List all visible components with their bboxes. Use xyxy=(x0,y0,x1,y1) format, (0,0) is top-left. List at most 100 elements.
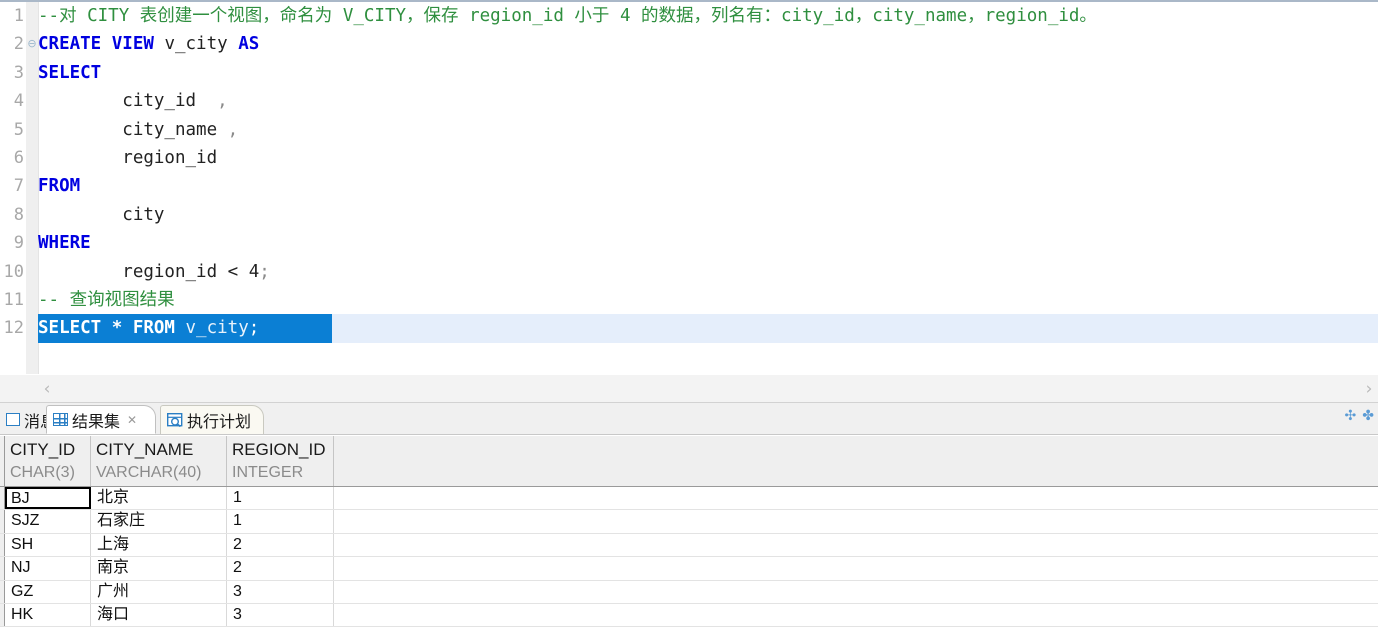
table-cell[interactable]: 南京 xyxy=(91,557,227,580)
sql-editor[interactable]: 1 --对 CITY 表创建一个视图，命名为 V_CITY，保存 region_i… xyxy=(0,0,1378,374)
tabbar-actions: ✣ ✤ xyxy=(1345,409,1374,423)
code-text: SELECT xyxy=(38,59,101,87)
code-line[interactable]: 12 SELECT * FROM v_city; xyxy=(0,314,1378,343)
code-text: --对 CITY 表创建一个视图，命名为 V_CITY，保存 region_id… xyxy=(38,2,1097,30)
line-number: 10 xyxy=(3,261,24,282)
code-text: city_name , xyxy=(38,116,238,144)
code-text: city xyxy=(38,201,164,229)
line-number: 4 xyxy=(13,91,24,112)
table-cell[interactable]: SJZ xyxy=(5,510,91,533)
code-text: city_id , xyxy=(38,87,228,115)
line-number: 12 xyxy=(3,318,24,339)
token-id: city_name xyxy=(38,119,228,140)
column-header[interactable]: CITY_NAME VARCHAR(40) xyxy=(91,436,227,486)
code-line[interactable]: 4 city_id , xyxy=(0,87,1378,115)
line-number: 3 xyxy=(13,62,24,83)
maximize-panel-icon[interactable]: ✣ xyxy=(1345,409,1357,423)
code-line[interactable]: 7 FROM xyxy=(0,172,1378,200)
token-id: city xyxy=(38,204,165,225)
table-cell[interactable]: NJ xyxy=(5,557,91,580)
line-number: 5 xyxy=(13,119,24,140)
code-line[interactable]: 2 ⊖ CREATE VIEW v_city AS xyxy=(0,30,1378,58)
tab-close-icon[interactable]: ✕ xyxy=(127,413,137,427)
table-cell[interactable]: 上海 xyxy=(91,533,227,557)
line-number: 9 xyxy=(13,233,24,254)
tab-grid[interactable]: 结果集 ✕ xyxy=(46,405,156,434)
line-number: 7 xyxy=(13,176,24,197)
table-row[interactable]: SH 上海 2 xyxy=(0,533,1378,558)
table-row[interactable]: GZ 广州 3 xyxy=(0,580,1378,604)
code-text: SELECT * FROM v_city; xyxy=(38,314,259,342)
table-cell[interactable]: 2 xyxy=(227,557,334,580)
line-number: 2 xyxy=(13,34,24,55)
table-cell[interactable]: 3 xyxy=(227,603,334,627)
tab-label: 执行计划 xyxy=(187,414,252,431)
token-id: v_city xyxy=(164,34,239,55)
code-lines[interactable]: 1 --对 CITY 表创建一个视图，命名为 V_CITY，保存 region_i… xyxy=(0,2,1378,343)
code-text: region_id < 4; xyxy=(38,258,270,286)
result-set-grid[interactable]: CITY_ID CHAR(3) CITY_NAME VARCHAR(40) REGION… xyxy=(0,436,1378,628)
table-cell[interactable]: 北京 xyxy=(91,487,227,510)
token-kw: CREATE VIEW xyxy=(38,34,165,55)
tab-execution-plan[interactable]: 执行计划 xyxy=(160,405,264,434)
code-line[interactable]: 3 SELECT xyxy=(0,59,1378,87)
table-cell[interactable]: SH xyxy=(5,533,91,557)
grid-body[interactable]: BJ 北京 1 SJZ 石家庄 1 SH 上海 2 NJ 南京 2 GZ 广州 3 HK 海口 3 xyxy=(0,487,1378,628)
token-id: region_id xyxy=(38,147,218,168)
table-cell[interactable]: 石家庄 xyxy=(91,510,227,533)
column-type: INTEGER xyxy=(232,464,304,481)
tab-message[interactable]: 消息 xyxy=(0,405,56,434)
token-punct: , xyxy=(227,119,239,140)
column-type: CHAR(3) xyxy=(10,464,75,481)
token-kw: SELECT * FROM xyxy=(38,318,186,339)
table-row[interactable]: BJ 北京 1 xyxy=(0,487,1378,511)
execution-plan-icon xyxy=(166,412,183,428)
code-line[interactable]: 1 --对 CITY 表创建一个视图，命名为 V_CITY，保存 region_i… xyxy=(0,2,1378,30)
tab-label: 结果集 xyxy=(72,413,121,431)
sql-client-window: 1 --对 CITY 表创建一个视图，命名为 V_CITY，保存 region_i… xyxy=(0,0,1378,628)
column-header[interactable]: CITY_ID CHAR(3) xyxy=(5,436,91,486)
token-id: v_city xyxy=(185,318,249,339)
table-row[interactable]: HK 海口 3 xyxy=(0,603,1378,628)
code-line[interactable]: 11 -- 查询视图结果 xyxy=(0,286,1378,314)
table-cell[interactable]: 海口 xyxy=(91,603,227,627)
editor-horizontal-scrollbar[interactable]: ‹ › xyxy=(0,374,1378,403)
column-name: REGION_ID xyxy=(232,440,326,459)
scroll-right-icon[interactable]: › xyxy=(1362,378,1376,400)
message-icon xyxy=(6,413,20,426)
code-line[interactable]: 9 WHERE xyxy=(0,229,1378,257)
token-punct: ; xyxy=(248,318,260,339)
code-text: region_id xyxy=(38,144,217,172)
line-number: 11 xyxy=(3,289,24,310)
fold-toggle-icon[interactable]: ⊖ xyxy=(26,38,38,50)
table-cell[interactable]: 1 xyxy=(227,487,334,510)
table-row[interactable]: NJ 南京 2 xyxy=(0,557,1378,581)
column-type: VARCHAR(40) xyxy=(96,464,202,481)
token-cmt: --对 CITY 表创建一个视图，命名为 V_CITY，保存 region_id… xyxy=(38,6,1097,26)
restore-panel-icon[interactable]: ✤ xyxy=(1362,409,1374,423)
code-text: CREATE VIEW v_city AS xyxy=(38,30,259,58)
table-cell[interactable]: 3 xyxy=(227,580,334,603)
token-kw: SELECT xyxy=(38,62,102,83)
column-header[interactable]: REGION_ID INTEGER xyxy=(227,436,334,486)
code-text: WHERE xyxy=(38,229,91,257)
table-cell[interactable]: 2 xyxy=(227,533,334,557)
table-cell[interactable]: HK xyxy=(5,603,91,627)
result-panel-tabbar: 消息 结果集 ✕ 执行计划 ✣ ✤ xyxy=(0,403,1378,435)
code-line[interactable]: 5 city_name , xyxy=(0,116,1378,144)
grid-icon xyxy=(53,413,68,426)
table-cell[interactable]: 广州 xyxy=(91,580,227,603)
scroll-left-icon[interactable]: ‹ xyxy=(38,378,56,400)
token-kw: FROM xyxy=(38,176,81,197)
code-line[interactable]: 8 city xyxy=(0,201,1378,229)
table-cell[interactable]: GZ xyxy=(5,580,91,603)
code-line[interactable]: 10 region_id < 4; xyxy=(0,258,1378,286)
token-kw: WHERE xyxy=(38,233,91,254)
token-punct: ; xyxy=(259,261,270,282)
table-cell[interactable]: 1 xyxy=(227,510,334,533)
code-line[interactable]: 6 region_id xyxy=(0,144,1378,172)
code-text: FROM xyxy=(38,172,80,200)
token-punct: , xyxy=(217,91,228,112)
table-cell[interactable]: BJ xyxy=(5,487,91,510)
table-row[interactable]: SJZ 石家庄 1 xyxy=(0,510,1378,534)
